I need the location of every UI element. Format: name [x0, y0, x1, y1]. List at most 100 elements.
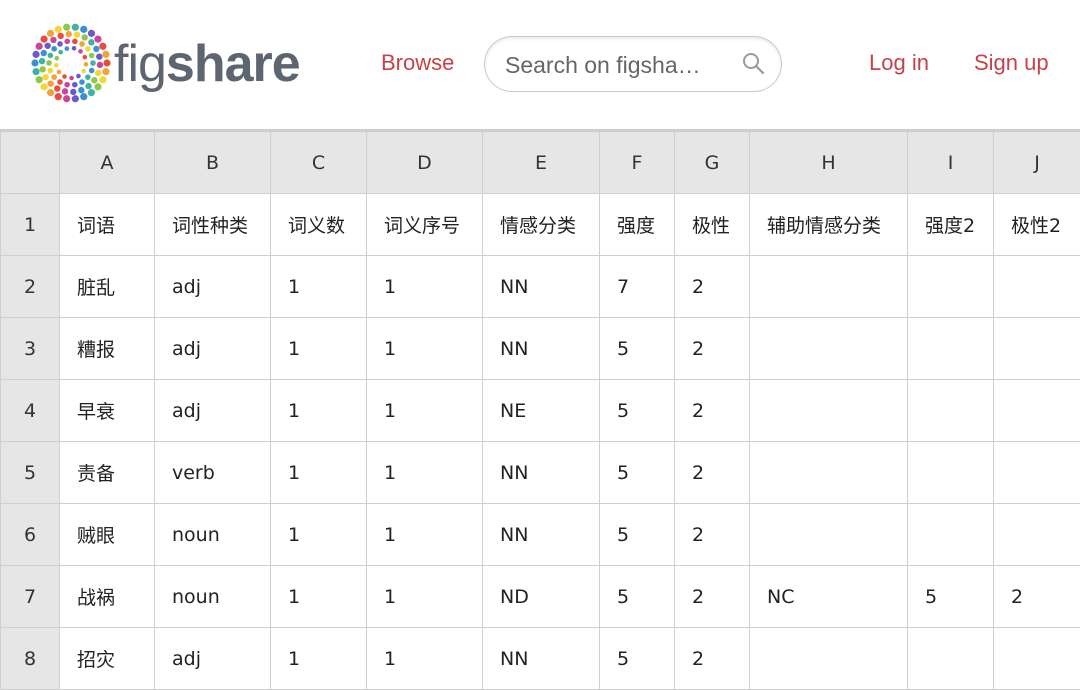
column-header[interactable]: G: [674, 131, 750, 194]
table-cell[interactable]: [749, 503, 908, 566]
table-cell[interactable]: 责备: [59, 441, 155, 504]
table-cell[interactable]: 2: [674, 255, 750, 318]
table-cell[interactable]: ND: [482, 565, 600, 628]
row-header[interactable]: 5: [0, 441, 60, 504]
table-cell[interactable]: 辅助情感分类: [749, 193, 908, 256]
row-header[interactable]: 7: [0, 565, 60, 628]
table-cell[interactable]: 1: [366, 379, 483, 442]
table-cell[interactable]: [993, 503, 1080, 566]
table-cell[interactable]: NN: [482, 627, 600, 690]
table-cell[interactable]: [907, 503, 994, 566]
table-cell[interactable]: 5: [599, 441, 675, 504]
table-cell[interactable]: 情感分类: [482, 193, 600, 256]
column-header[interactable]: B: [154, 131, 271, 194]
column-header[interactable]: E: [482, 131, 600, 194]
table-cell[interactable]: [907, 255, 994, 318]
table-cell[interactable]: 1: [270, 627, 367, 690]
table-cell[interactable]: 1: [366, 627, 483, 690]
table-cell[interactable]: noun: [154, 503, 271, 566]
column-header[interactable]: F: [599, 131, 675, 194]
table-cell[interactable]: 词义序号: [366, 193, 483, 256]
search-box[interactable]: [484, 36, 782, 92]
table-cell[interactable]: 5: [599, 379, 675, 442]
table-cell[interactable]: 2: [674, 565, 750, 628]
table-cell[interactable]: [907, 379, 994, 442]
table-cell[interactable]: noun: [154, 565, 271, 628]
table-cell[interactable]: [749, 627, 908, 690]
table-cell[interactable]: 词语: [59, 193, 155, 256]
table-cell[interactable]: 2: [674, 379, 750, 442]
table-cell[interactable]: [993, 317, 1080, 380]
table-cell[interactable]: NN: [482, 317, 600, 380]
table-cell[interactable]: [907, 627, 994, 690]
table-cell[interactable]: 词性种类: [154, 193, 271, 256]
table-cell[interactable]: [749, 255, 908, 318]
table-cell[interactable]: 1: [366, 503, 483, 566]
search-input[interactable]: [505, 49, 723, 81]
table-cell[interactable]: adj: [154, 627, 271, 690]
table-cell[interactable]: 2: [674, 441, 750, 504]
row-header[interactable]: 1: [0, 193, 60, 256]
table-cell[interactable]: verb: [154, 441, 271, 504]
column-header[interactable]: I: [907, 131, 994, 194]
table-cell[interactable]: 糟报: [59, 317, 155, 380]
column-header[interactable]: C: [270, 131, 367, 194]
table-cell[interactable]: [993, 441, 1080, 504]
table-cell[interactable]: 1: [270, 255, 367, 318]
table-cell[interactable]: 1: [366, 255, 483, 318]
table-cell[interactable]: [993, 255, 1080, 318]
table-cell[interactable]: NN: [482, 255, 600, 318]
table-cell[interactable]: adj: [154, 379, 271, 442]
table-cell[interactable]: 强度2: [907, 193, 994, 256]
table-cell[interactable]: 极性: [674, 193, 750, 256]
signup-link[interactable]: Sign up: [974, 48, 1049, 78]
table-cell[interactable]: NN: [482, 441, 600, 504]
table-cell[interactable]: NN: [482, 503, 600, 566]
table-cell[interactable]: 2: [674, 627, 750, 690]
column-header[interactable]: H: [749, 131, 908, 194]
table-cell[interactable]: 1: [366, 565, 483, 628]
table-cell[interactable]: 1: [270, 441, 367, 504]
table-cell[interactable]: 脏乱: [59, 255, 155, 318]
table-cell[interactable]: 早衰: [59, 379, 155, 442]
row-header[interactable]: 3: [0, 317, 60, 380]
column-header[interactable]: A: [59, 131, 155, 194]
table-cell[interactable]: 极性2: [993, 193, 1080, 256]
table-cell[interactable]: [993, 627, 1080, 690]
row-header[interactable]: 4: [0, 379, 60, 442]
table-cell[interactable]: 5: [599, 503, 675, 566]
table-cell[interactable]: [749, 441, 908, 504]
table-cell[interactable]: [749, 379, 908, 442]
table-cell[interactable]: [907, 441, 994, 504]
table-cell[interactable]: 7: [599, 255, 675, 318]
column-header[interactable]: J: [993, 131, 1080, 194]
table-cell[interactable]: 1: [270, 503, 367, 566]
table-cell[interactable]: 1: [270, 565, 367, 628]
table-cell[interactable]: 战祸: [59, 565, 155, 628]
table-cell[interactable]: 1: [270, 379, 367, 442]
table-cell[interactable]: [993, 379, 1080, 442]
table-cell[interactable]: adj: [154, 317, 271, 380]
table-cell[interactable]: 2: [674, 503, 750, 566]
row-header[interactable]: 2: [0, 255, 60, 318]
column-header[interactable]: D: [366, 131, 483, 194]
table-cell[interactable]: [749, 317, 908, 380]
browse-link[interactable]: Browse: [381, 48, 454, 78]
table-cell[interactable]: 1: [366, 441, 483, 504]
table-cell[interactable]: 词义数: [270, 193, 367, 256]
figshare-logo[interactable]: figshare: [30, 22, 310, 108]
table-cell[interactable]: 2: [674, 317, 750, 380]
table-cell[interactable]: 5: [599, 627, 675, 690]
search-icon[interactable]: [742, 52, 766, 76]
table-cell[interactable]: 贼眼: [59, 503, 155, 566]
table-cell[interactable]: 1: [366, 317, 483, 380]
table-cell[interactable]: 1: [270, 317, 367, 380]
row-header[interactable]: 6: [0, 503, 60, 566]
table-cell[interactable]: 招灾: [59, 627, 155, 690]
login-link[interactable]: Log in: [869, 48, 929, 78]
table-cell[interactable]: 5: [907, 565, 994, 628]
table-cell[interactable]: NE: [482, 379, 600, 442]
table-cell[interactable]: [907, 317, 994, 380]
row-header[interactable]: 8: [0, 627, 60, 690]
table-cell[interactable]: 5: [599, 317, 675, 380]
